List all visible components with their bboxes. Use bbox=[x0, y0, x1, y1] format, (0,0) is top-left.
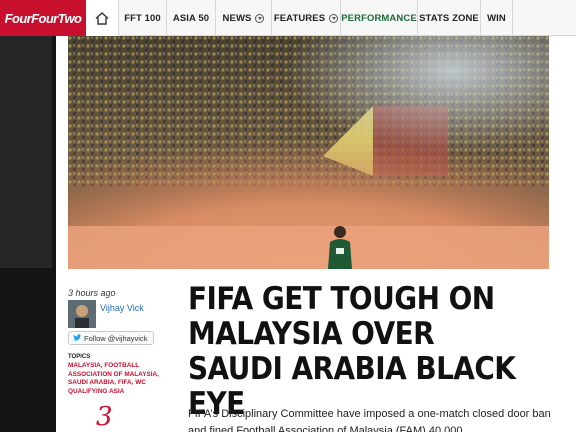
topics-list[interactable]: Malaysia, Football Association of Malays… bbox=[68, 362, 168, 396]
hero-image bbox=[68, 36, 549, 269]
nav-item-news[interactable]: NEWS bbox=[216, 0, 272, 36]
nav-item-fft100[interactable]: FFT 100 bbox=[119, 0, 167, 36]
article-body: FIFA’s Disciplinary Committee have impos… bbox=[188, 408, 551, 432]
nav-label: NEWS bbox=[222, 12, 252, 24]
chevron-down-circle-icon bbox=[329, 13, 339, 23]
published-time: 3 hours ago bbox=[68, 288, 116, 298]
home-icon bbox=[95, 11, 109, 25]
nav-item-features[interactable]: FEATURES bbox=[272, 0, 341, 36]
article-headline: FIFA GET TOUGH ON MALAYSIA OVER SAUDI AR… bbox=[188, 281, 516, 422]
twitter-follow-label: Follow @vijhayvick bbox=[84, 333, 148, 343]
home-button[interactable] bbox=[86, 0, 119, 36]
top-navbar: FourFourTwo FFT 100 ASIA 50 NEWS FEATURE… bbox=[0, 0, 576, 36]
nav-item-win[interactable]: WIN bbox=[481, 0, 513, 36]
nav-item-stats-zone[interactable]: STATS ZONE bbox=[418, 0, 481, 36]
twitter-follow-button[interactable]: Follow @vijhayvick bbox=[68, 331, 154, 345]
nav-label: WIN bbox=[487, 12, 506, 24]
author-name-link[interactable]: Vijhay Vick bbox=[100, 303, 144, 313]
author-avatar[interactable] bbox=[68, 300, 96, 328]
nav-item-performance[interactable]: PERFORMANCE bbox=[341, 0, 418, 36]
nav-label: ASIA 50 bbox=[172, 12, 210, 24]
site-logo[interactable]: FourFourTwo bbox=[0, 0, 86, 36]
left-gutter-panel bbox=[0, 36, 52, 268]
twitter-bird-icon bbox=[73, 334, 82, 341]
nav-label: FFT 100 bbox=[124, 12, 161, 24]
nav-label: PERFORMANCE bbox=[341, 12, 417, 24]
nav-item-asia50[interactable]: ASIA 50 bbox=[167, 0, 216, 36]
topics-label: TOPICS bbox=[68, 354, 91, 360]
nav-label: FEATURES bbox=[273, 12, 326, 24]
nav-label: STATS ZONE bbox=[419, 12, 479, 24]
chevron-down-circle-icon bbox=[255, 13, 265, 23]
comment-count[interactable]: 3 bbox=[96, 402, 113, 432]
